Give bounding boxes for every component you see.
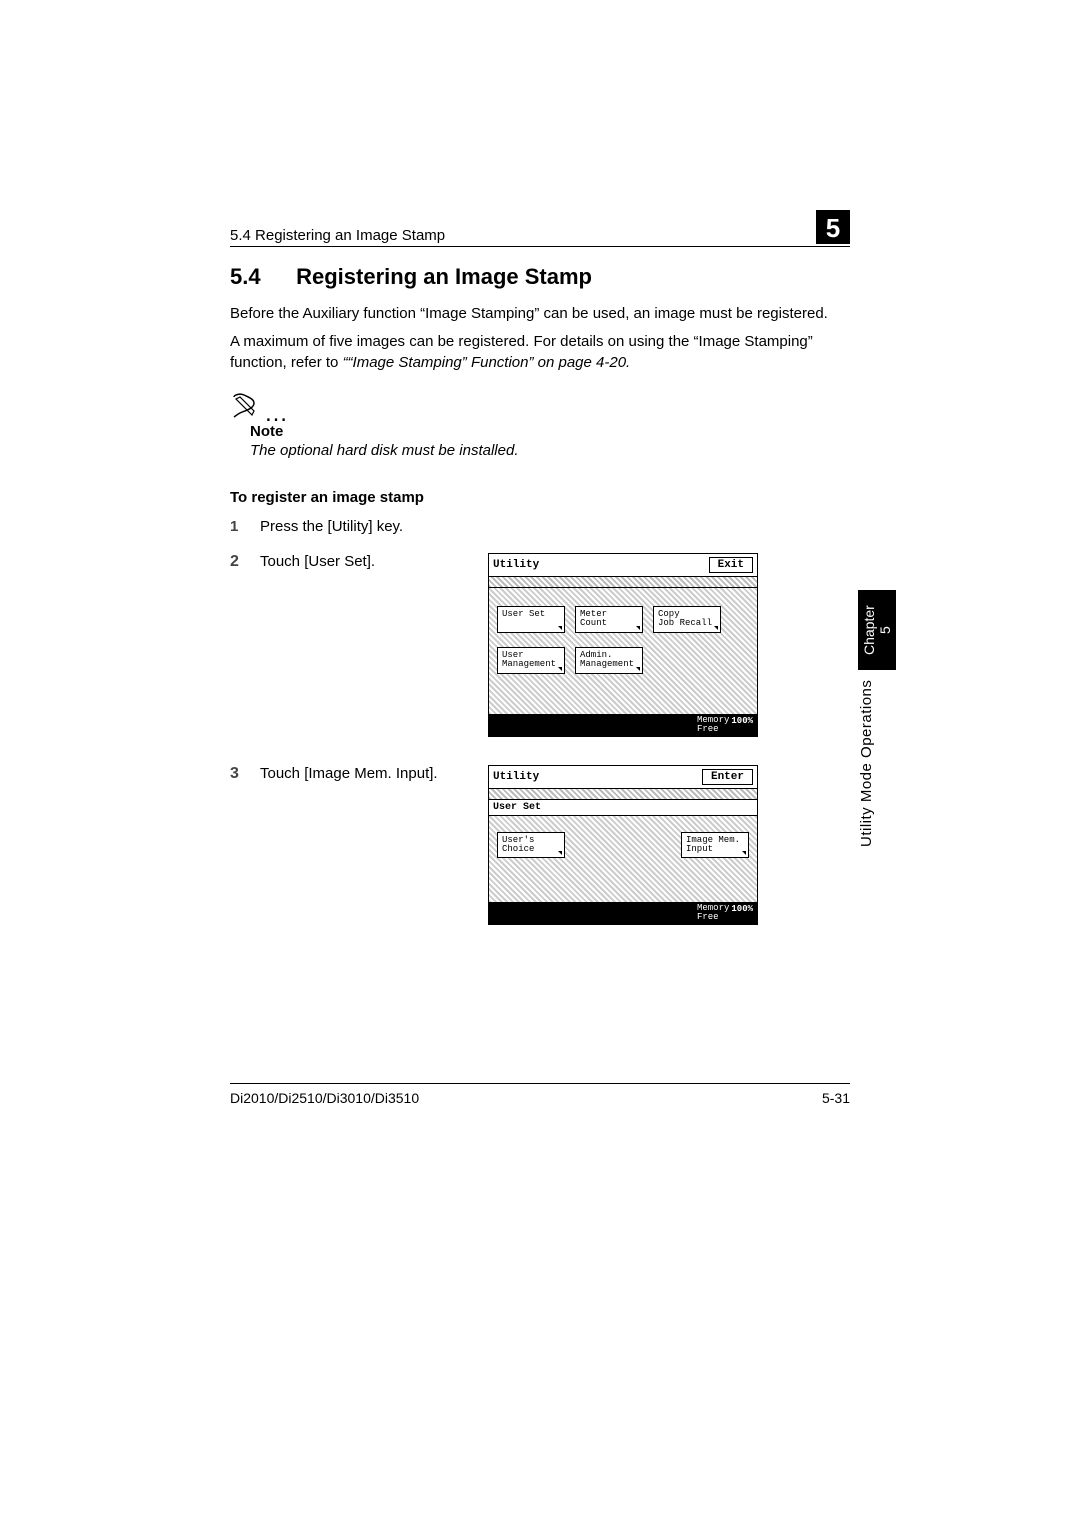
step-3: 3 Touch [Image Mem. Input]. [230,765,470,783]
cross-reference: ““Image Stamping” Function” on page 4-20… [343,354,631,371]
side-section-label: Utility Mode Operations [858,670,875,870]
utility-screen-2: Utility Enter User Set User's Choice Ima… [488,765,758,926]
image-mem-input-label-2: Input [686,844,713,854]
step-3-number: 3 [230,765,242,783]
procedure-heading: To register an image stamp [230,489,850,506]
step-2-text: Touch [User Set]. [260,553,470,571]
memory2-label-2: Free [697,912,719,922]
running-head: 5.4 Registering an Image Stamp [230,227,445,244]
note-ellipsis: … [264,409,290,419]
meter-count-label-2: Count [580,618,607,628]
page-header: 5.4 Registering an Image Stamp 5 [230,210,850,247]
step-3-text: Touch [Image Mem. Input]. [260,765,470,783]
memory-free-percent-2: 100% [731,904,753,922]
screen2-breadcrumb: User Set [489,800,757,816]
step-2: 2 Touch [User Set]. [230,553,470,571]
note-block: … [230,391,850,419]
section-number: 5.4 [230,264,290,290]
exit-button[interactable]: Exit [709,557,753,573]
note-icon [230,391,260,419]
note-text: The optional hard disk must be installed… [250,442,850,459]
copy-job-recall-label-2: Job Recall [658,618,712,628]
screen2-title: Utility [493,771,539,783]
intro-paragraph-1: Before the Auxiliary function “Image Sta… [230,304,850,324]
user-management-button[interactable]: User Management [497,647,565,674]
section-title: Registering an Image Stamp [296,264,592,289]
users-choice-button[interactable]: User's Choice [497,832,565,859]
intro-paragraph-2: A maximum of five images can be register… [230,332,850,373]
footer-model: Di2010/Di2510/Di3010/Di3510 [230,1090,419,1106]
memory-label-2: Free [697,724,719,734]
screen2-footer: Memory Free 100% [489,902,757,924]
user-management-label-2: Management [502,659,556,669]
note-label: Note [250,423,850,440]
chapter-number-badge: 5 [816,210,850,244]
step-2-number: 2 [230,553,242,571]
copy-job-recall-button[interactable]: Copy Job Recall [653,606,721,633]
section-heading: 5.4 Registering an Image Stamp [230,264,850,290]
memory-free-label-2: Memory Free [697,904,729,922]
users-choice-label-2: Choice [502,844,534,854]
admin-management-button[interactable]: Admin. Management [575,647,643,674]
image-mem-input-button[interactable]: Image Mem. Input [681,832,749,859]
meter-count-button[interactable]: Meter Count [575,606,643,633]
screen1-title: Utility [493,559,539,571]
enter-button[interactable]: Enter [702,769,753,785]
admin-management-label-2: Management [580,659,634,669]
screen1-divider [489,577,757,588]
user-set-button[interactable]: User Set [497,606,565,633]
memory-free-label: Memory Free [697,716,729,734]
user-set-label: User Set [502,609,545,619]
step-1-text: Press the [Utility] key. [260,518,850,535]
screen1-footer: Memory Free 100% [489,714,757,736]
side-tab: Chapter 5 Utility Mode Operations [858,590,884,890]
utility-screen-1: Utility Exit User Set Meter Count Copy J… [488,553,758,737]
footer-page-number: 5-31 [822,1090,850,1106]
page-footer: Di2010/Di2510/Di3010/Di3510 5-31 [230,1083,850,1106]
step-1-number: 1 [230,518,242,535]
screen2-divider [489,789,757,800]
side-chapter-label: Chapter 5 [858,590,896,670]
memory-free-percent: 100% [731,716,753,734]
step-1: 1 Press the [Utility] key. [230,518,850,535]
